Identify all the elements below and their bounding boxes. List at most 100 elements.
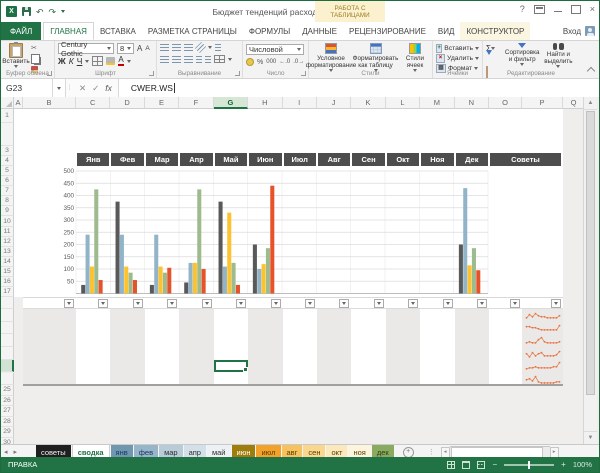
paste-dropdown-icon[interactable] [14,65,18,68]
row-header-19[interactable] [1,309,14,322]
row-header-2[interactable] [1,123,14,146]
vertical-scrollbar[interactable]: ▲ ▼ [583,97,597,444]
cut-icon[interactable]: ✂ [31,44,40,52]
font-color-icon[interactable]: А [118,56,123,66]
formula-bar-grip[interactable]: ⁞ [66,79,73,97]
filter-dropdown[interactable] [305,299,315,308]
column-chart[interactable]: 50100150200250300350400450500 [63,164,489,296]
row-header-3[interactable]: 3 [1,146,14,156]
filter-dropdown[interactable] [271,299,281,308]
row-header-28[interactable]: 28 [1,417,14,428]
filter-dropdown[interactable] [408,299,418,308]
sparkline[interactable] [525,335,561,347]
font-name-combo[interactable]: Century Gothic [58,43,114,54]
grow-font-icon[interactable]: А [137,44,142,53]
number-dialog-launcher[interactable] [301,71,306,76]
column-header-C[interactable]: C [76,97,110,109]
save-icon[interactable] [22,7,31,16]
column-header-A[interactable]: A [14,97,23,109]
row-header-12[interactable]: 12 [1,237,14,247]
accounting-format-icon[interactable] [246,58,254,66]
maximize-icon[interactable] [571,5,581,14]
align-bottom-icon[interactable] [184,44,193,51]
format-as-table-button[interactable]: Форматировать как таблицу [357,43,395,72]
bold-button[interactable]: Ж [58,56,66,66]
filter-dropdown[interactable] [510,299,520,308]
number-format-combo[interactable]: Числовой [246,44,304,55]
align-right-icon[interactable] [184,56,193,63]
filter-dropdown[interactable] [133,299,143,308]
merge-center-icon[interactable] [214,55,225,63]
font-color-dropdown-icon[interactable] [127,60,131,63]
tab-вставка[interactable]: ВСТАВКА [94,22,142,40]
formula-input[interactable]: CWER.WS [119,79,599,97]
decrease-indent-icon[interactable] [196,56,202,63]
alignment-dialog-launcher[interactable] [235,71,240,76]
help-button[interactable]: ? [520,4,525,14]
percent-style-button[interactable]: % [257,59,263,66]
zoom-slider-thumb[interactable] [528,461,530,469]
column-header-G[interactable]: G [214,97,248,109]
horizontal-scroll-thumb[interactable] [451,447,543,458]
sparkline[interactable] [525,373,561,385]
font-dialog-launcher[interactable] [149,71,154,76]
row-header-22[interactable] [1,347,14,360]
orientation-icon[interactable] [195,42,206,53]
delete-cells-button[interactable]: × Удалить [436,54,479,63]
sparkline[interactable] [525,348,561,360]
column-header-N[interactable]: N [455,97,489,109]
column-header-Q[interactable]: Q [563,97,585,109]
scroll-right-icon[interactable]: ▸ [550,447,559,458]
filter-dropdown[interactable] [98,299,108,308]
clipboard-dialog-launcher[interactable] [47,71,52,76]
align-center-icon[interactable] [172,56,181,63]
row-header-10[interactable]: 10 [1,216,14,226]
filter-dropdown[interactable] [64,299,74,308]
row-header-21[interactable] [1,334,14,347]
row-header-5[interactable]: 5 [1,166,14,176]
row-header-9[interactable]: 9 [1,206,14,216]
horizontal-scrollbar[interactable]: ◂ ▸ [441,447,559,458]
column-header-K[interactable]: K [351,97,385,109]
tab-главная[interactable]: ГЛАВНАЯ [43,22,94,40]
font-size-combo[interactable]: 8 [117,43,134,54]
row-header-20[interactable] [1,322,14,335]
borders-icon[interactable] [92,56,103,66]
close-icon[interactable]: × [590,4,595,14]
row-header-11[interactable]: 11 [1,227,14,237]
filter-dropdown[interactable] [443,299,453,308]
undo-icon[interactable]: ↶ [36,7,44,17]
column-header-M[interactable]: M [420,97,454,109]
filter-dropdown[interactable] [202,299,212,308]
column-header-F[interactable]: F [179,97,213,109]
column-header-P[interactable]: P [522,97,563,109]
align-middle-icon[interactable] [172,44,181,51]
vertical-scroll-thumb[interactable] [586,111,595,395]
column-header-D[interactable]: D [110,97,144,109]
row-header-15[interactable]: 15 [1,267,14,277]
shrink-font-icon[interactable]: А [145,45,149,52]
cancel-icon[interactable]: ✕ [79,83,86,94]
increase-indent-icon[interactable] [205,56,211,63]
cell-styles-button[interactable]: Стили ячеек [401,43,429,72]
decrease-decimal-icon[interactable]: .0→ [293,59,304,65]
copy-icon[interactable] [31,54,40,64]
select-all-corner[interactable] [1,97,14,109]
filter-dropdown[interactable] [551,299,561,308]
name-box-dropdown-icon[interactable] [53,79,66,97]
column-header-H[interactable]: H [248,97,282,109]
fill-button[interactable] [486,55,504,65]
insert-function-icon[interactable]: fx [105,83,112,93]
tips-header[interactable]: Советы [490,153,561,166]
insert-cells-button[interactable]: + Вставить [436,44,479,53]
row-header-25[interactable]: 25 [1,385,14,396]
row-header-16[interactable]: 16 [1,277,14,287]
wrap-text-icon[interactable] [215,44,221,51]
column-header-J[interactable]: J [317,97,351,109]
column-header-B[interactable]: B [23,97,76,109]
new-sheet-button[interactable]: + [403,447,414,458]
row-header-8[interactable]: 8 [1,196,14,206]
zoom-out-icon[interactable]: − [492,460,497,469]
selected-cell-G23[interactable] [214,360,248,373]
align-top-icon[interactable] [160,44,169,51]
